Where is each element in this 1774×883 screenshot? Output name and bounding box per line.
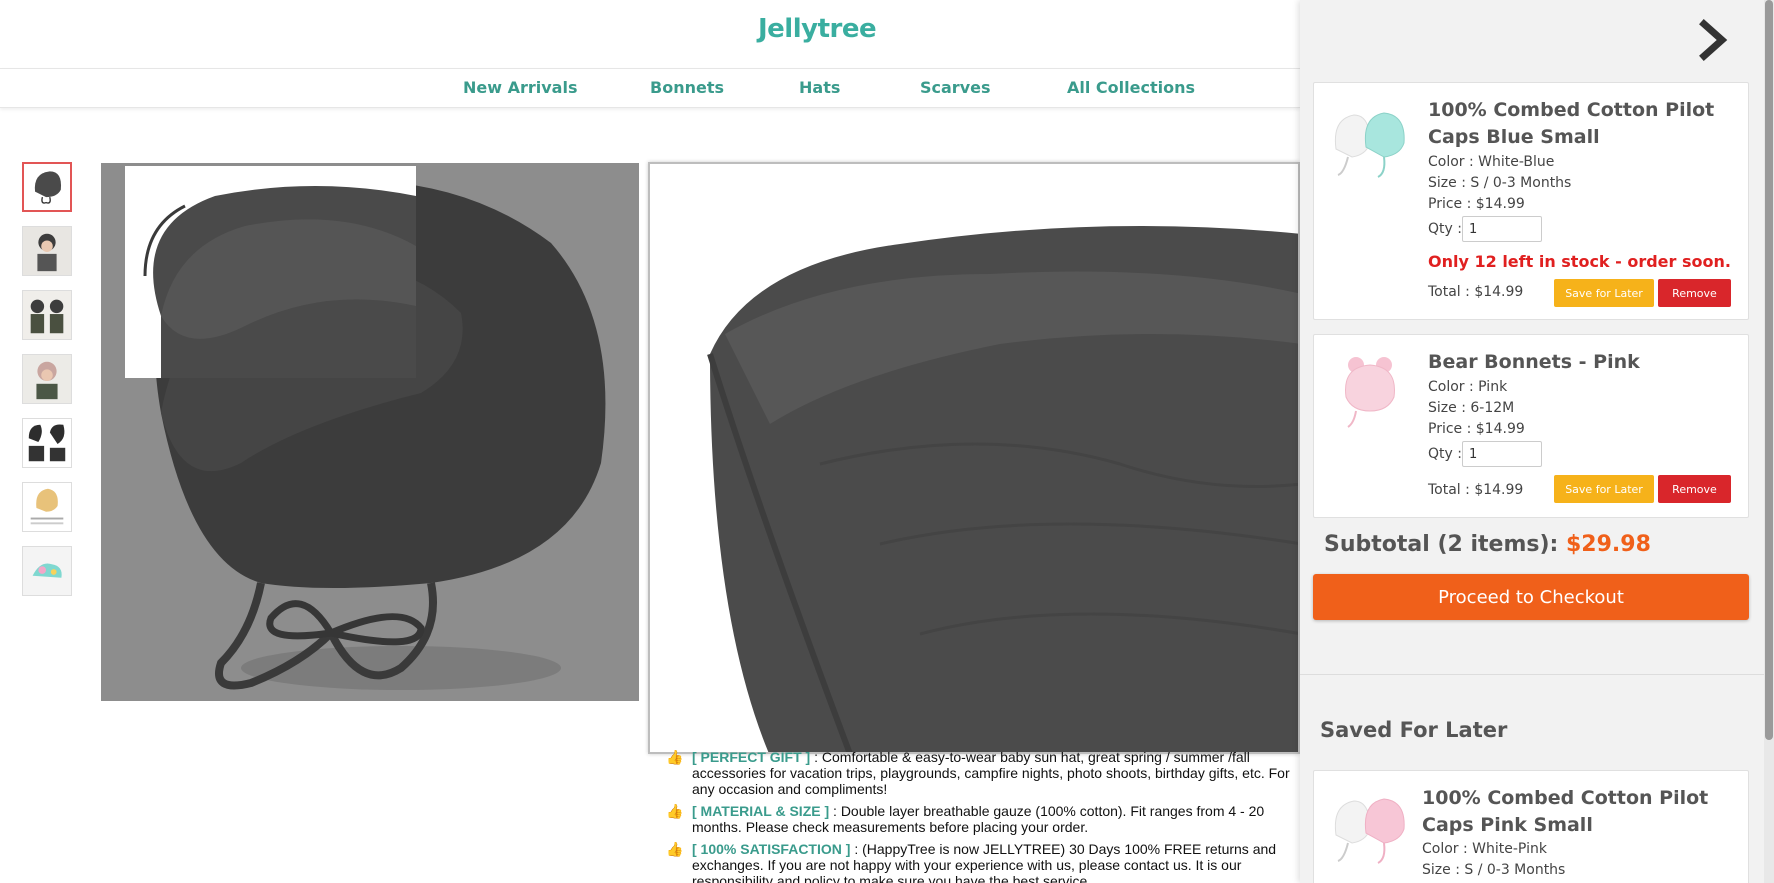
quantity-input[interactable] xyxy=(1462,441,1542,467)
jellytree-logo[interactable]: Jellytree xyxy=(758,14,877,44)
feature-tag: [ 100% SATISFACTION ] xyxy=(692,841,851,857)
cart-item-price: Price : $14.99 xyxy=(1428,421,1525,437)
site-header: Jellytree xyxy=(0,0,1300,68)
cart-item-color: Color : White-Blue xyxy=(1428,154,1555,170)
qty-label: Qty : xyxy=(1428,446,1462,462)
saved-item: 100% Combed Cotton Pilot Caps Pink Small… xyxy=(1313,770,1749,883)
product-thumbnail[interactable] xyxy=(22,418,72,468)
subtotal-amount: $29.98 xyxy=(1565,532,1651,557)
main-product-image[interactable] xyxy=(101,163,639,701)
thumbs-up-icon: 👍 xyxy=(666,749,684,765)
save-for-later-button[interactable]: Save for Later xyxy=(1554,475,1654,503)
chevron-right-icon xyxy=(1699,19,1728,61)
saved-item-image[interactable] xyxy=(1328,785,1410,867)
product-feature-list: 👍 [ PERFECT GIFT ] : Comfortable & easy-… xyxy=(664,749,1304,883)
qty-label: Qty : xyxy=(1428,221,1462,237)
drawer-scrollbar-thumb[interactable] xyxy=(1765,0,1773,740)
product-thumbnail[interactable] xyxy=(22,354,72,404)
close-drawer-button[interactable] xyxy=(1696,18,1730,62)
feature-item: 👍 [ MATERIAL & SIZE ] : Double layer bre… xyxy=(664,803,1304,835)
cart-item-image[interactable] xyxy=(1328,349,1410,431)
feature-item: 👍 [ PERFECT GIFT ] : Comfortable & easy-… xyxy=(664,749,1304,797)
cart-item-total: Total : $14.99 xyxy=(1428,284,1524,300)
cart-item-color: Color : Pink xyxy=(1428,379,1508,395)
saved-for-later-heading: Saved For Later xyxy=(1320,718,1508,742)
nav-bonnets[interactable]: Bonnets xyxy=(650,78,724,97)
saved-item-title[interactable]: 100% Combed Cotton Pilot Caps Pink Small xyxy=(1422,785,1732,839)
cart-item-image[interactable] xyxy=(1328,99,1410,181)
subtotal-label: Subtotal (2 items): xyxy=(1324,532,1566,557)
saved-item-size: Size : S / 0-3 Months xyxy=(1422,862,1566,878)
thumbs-up-icon: 👍 xyxy=(666,803,684,819)
product-thumbnail[interactable] xyxy=(22,482,72,532)
remove-button[interactable]: Remove xyxy=(1658,475,1731,503)
nav-all-collections[interactable]: All Collections xyxy=(1067,78,1195,97)
product-thumbnail[interactable] xyxy=(22,290,72,340)
main-nav: New Arrivals Bonnets Hats Scarves All Co… xyxy=(0,68,1300,108)
divider xyxy=(1300,674,1766,675)
cart-item-title[interactable]: 100% Combed Cotton Pilot Caps Blue Small xyxy=(1428,97,1738,151)
product-thumbnail[interactable] xyxy=(22,226,72,276)
cart-item: 100% Combed Cotton Pilot Caps Blue Small… xyxy=(1313,82,1749,320)
stock-warning: Only 12 left in stock - order soon. xyxy=(1428,252,1731,271)
saved-item-color: Color : White-Pink xyxy=(1422,841,1547,857)
cart-item-price: Price : $14.99 xyxy=(1428,196,1525,212)
product-thumbnail[interactable] xyxy=(22,546,72,596)
nav-hats[interactable]: Hats xyxy=(799,78,840,97)
feature-tag: [ PERFECT GIFT ] xyxy=(692,749,811,765)
nav-new-arrivals[interactable]: New Arrivals xyxy=(463,78,577,97)
proceed-to-checkout-button[interactable]: Proceed to Checkout xyxy=(1313,574,1749,620)
thumbs-up-icon: 👍 xyxy=(666,841,684,857)
quantity-input[interactable] xyxy=(1462,216,1542,242)
zoom-preview-panel xyxy=(648,162,1300,754)
nav-scarves[interactable]: Scarves xyxy=(920,78,991,97)
feature-item: 👍 [ 100% SATISFACTION ] : (HappyTree is … xyxy=(664,841,1304,883)
zoom-lens xyxy=(125,166,416,378)
cart-subtotal: Subtotal (2 items): $29.98 xyxy=(1324,532,1651,557)
save-for-later-button[interactable]: Save for Later xyxy=(1554,279,1654,307)
cart-item-size: Size : S / 0-3 Months xyxy=(1428,175,1572,191)
product-thumbnail[interactable] xyxy=(22,162,72,212)
cart-item: Bear Bonnets - Pink Color : Pink Size : … xyxy=(1313,334,1749,518)
cart-item-title[interactable]: Bear Bonnets - Pink xyxy=(1428,349,1738,376)
feature-tag: [ MATERIAL & SIZE ] xyxy=(692,803,830,819)
remove-button[interactable]: Remove xyxy=(1658,279,1731,307)
cart-item-total: Total : $14.99 xyxy=(1428,482,1524,498)
cart-item-size: Size : 6-12M xyxy=(1428,400,1515,416)
